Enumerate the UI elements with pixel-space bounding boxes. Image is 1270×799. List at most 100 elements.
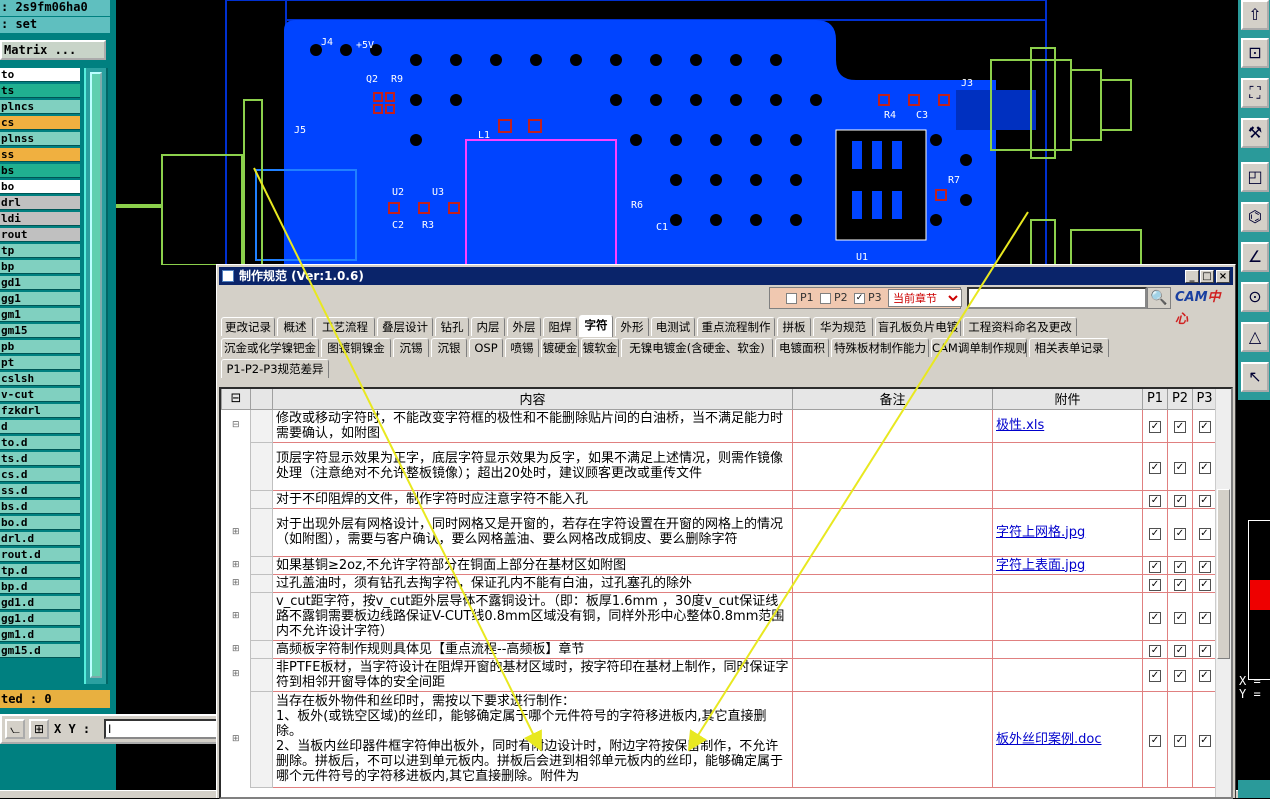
col-p2[interactable]: P2 [1167, 389, 1193, 410]
tab-item[interactable]: 镀硬金 [541, 338, 579, 357]
select-box-icon[interactable]: ◰ [1241, 162, 1269, 192]
table-row[interactable]: ⊞ 非PTFE板材，当字符设计在阻焊开窗的基材区域时，按字符印在基材上制作，同时保… [221, 657, 1217, 692]
tab-item[interactable]: 盲孔板负片电镀 [875, 317, 961, 336]
table-scrollbar[interactable] [1215, 389, 1231, 797]
p2-check[interactable]: ✓ [1167, 507, 1193, 557]
p3-check[interactable]: ✓ [1192, 573, 1217, 593]
layer-item[interactable]: plncs [0, 100, 80, 114]
snap-icon[interactable]: ⦦ [5, 719, 25, 739]
col-content[interactable]: 内容 [272, 389, 793, 410]
tab-item[interactable]: 沉锡 [393, 338, 429, 357]
row-selector[interactable] [250, 639, 273, 659]
layer-item[interactable]: gm15.d [0, 644, 80, 658]
p3-check[interactable]: ✓ [1192, 408, 1217, 443]
scroll-thumb[interactable] [90, 72, 102, 678]
tab-item[interactable]: 华为规范 [813, 317, 873, 336]
checkbox[interactable]: ✓ [1174, 494, 1186, 507]
expand-toggle[interactable] [221, 442, 251, 490]
tab-item[interactable]: CAM调单制作规则 [931, 338, 1027, 357]
layer-item[interactable]: ss.d [0, 484, 80, 498]
measure-icon[interactable]: ⚒ [1241, 118, 1269, 148]
checkbox[interactable]: ✓ [1198, 734, 1211, 747]
p2-check[interactable]: ✓ [1167, 657, 1193, 692]
tab-item[interactable]: 重点流程制作 [697, 317, 775, 336]
checkbox[interactable]: ✓ [1174, 421, 1186, 433]
p1-check[interactable]: ✓ [1142, 639, 1168, 659]
net-icon[interactable]: ⌬ [1241, 202, 1269, 232]
tab-item[interactable]: 工程资料命名及更改 [963, 317, 1077, 336]
layer-item[interactable]: gg1 [0, 292, 80, 306]
layer-item[interactable]: pb [0, 340, 80, 354]
p1-check[interactable]: ✓ [1142, 507, 1168, 557]
row-selector[interactable] [250, 657, 273, 692]
p3-check[interactable]: ✓ [1192, 441, 1217, 491]
row-selector[interactable] [250, 573, 273, 593]
checkbox[interactable]: ✓ [1149, 461, 1161, 474]
attachment-link[interactable] [992, 441, 1143, 491]
layer-item[interactable]: bs [0, 164, 80, 178]
expand-toggle[interactable]: ⊞ [221, 508, 251, 556]
tab-item[interactable]: 相关表单记录 [1029, 338, 1109, 357]
tab-item[interactable]: 字符 [579, 315, 613, 337]
maximize-icon[interactable]: □ [1200, 270, 1214, 283]
p1-check[interactable]: ✓ [1142, 573, 1168, 593]
tab-item[interactable]: P1-P2-P3规范差异 [221, 359, 329, 378]
tab-item[interactable]: 沉银 [431, 338, 467, 357]
checkbox[interactable]: ✓ [1149, 494, 1161, 507]
tab-item[interactable]: 电测试 [651, 317, 695, 336]
tab-item[interactable]: 沉金或化学镍钯金 [221, 338, 319, 357]
layer-item[interactable]: tp.d [0, 564, 80, 578]
attachment-link[interactable] [992, 591, 1143, 641]
attachment-link[interactable] [992, 639, 1143, 659]
checkbox[interactable]: ✓ [1149, 670, 1161, 682]
expand-toggle[interactable]: ⊞ [221, 658, 251, 691]
tab-item[interactable]: 图镀铜镍金 [321, 338, 391, 357]
p2-check[interactable]: ✓ [1167, 639, 1193, 659]
p2-check[interactable]: ✓ [1167, 408, 1193, 443]
p2-check[interactable]: ✓ [1167, 489, 1193, 509]
tab-item[interactable]: 电镀面积 [775, 338, 829, 357]
attachment-link[interactable] [992, 489, 1143, 509]
tab-item[interactable]: 喷锡 [505, 338, 539, 357]
p3-check[interactable]: ✓ [1192, 489, 1217, 509]
tab-item[interactable]: 内层 [471, 317, 505, 336]
layer-item[interactable]: ts.d [0, 452, 80, 466]
checkbox[interactable]: ✓ [1198, 670, 1211, 682]
grid-icon[interactable]: ⊞ [29, 719, 49, 739]
checkbox[interactable]: ✓ [1174, 560, 1186, 573]
layer-item[interactable]: rout [0, 228, 80, 242]
checkbox[interactable]: ✓ [1198, 527, 1211, 540]
search-input[interactable] [967, 287, 1147, 309]
checkbox[interactable]: ✓ [1149, 421, 1161, 433]
checkbox[interactable]: ✓ [1149, 644, 1161, 657]
angle-icon[interactable]: ∠ [1241, 242, 1269, 272]
pan-icon[interactable]: ⊡ [1241, 38, 1269, 68]
expand-toggle[interactable]: ⊞ [221, 556, 251, 574]
table-row[interactable]: ⊞ 过孔盖油时，须有钻孔去掏字符，保证孔内不能有白油，过孔塞孔的除外 ✓ ✓ ✓ [221, 573, 1217, 593]
col-attachment[interactable]: 附件 [992, 389, 1143, 410]
table-row[interactable]: ⊞ v_cut距字符，按v_cut距外层导体不露铜设计。（即：板厚1.6mm ，3… [221, 591, 1217, 641]
table-row[interactable]: ⊞ 对于出现外层有网格设计，同时网格又是开窗的，若存在字符设置在开窗的网格上的情况… [221, 507, 1217, 557]
checkbox[interactable]: ✓ [1149, 527, 1161, 540]
layer-item[interactable]: gm1 [0, 308, 80, 322]
row-selector[interactable] [250, 507, 273, 557]
p3-check[interactable]: ✓ [1192, 639, 1217, 659]
p3-check[interactable]: ✓ [1192, 690, 1217, 788]
scroll-thumb[interactable] [1217, 489, 1230, 659]
row-selector[interactable] [250, 408, 273, 443]
checkbox[interactable]: ✓ [1174, 734, 1186, 747]
layer-item[interactable]: gg1.d [0, 612, 80, 626]
layer-item[interactable]: plnss [0, 132, 80, 146]
layer-item[interactable]: bp.d [0, 580, 80, 594]
p3-check[interactable]: ✓ [1192, 591, 1217, 641]
layer-item[interactable]: tp [0, 244, 80, 258]
p3-check[interactable]: ✓ [1192, 657, 1217, 692]
checkbox[interactable]: ✓ [1149, 734, 1161, 747]
checkbox[interactable]: ✓ [1149, 611, 1161, 624]
checkbox[interactable]: ✓ [1198, 644, 1211, 657]
pointer-icon[interactable]: ↖ [1241, 362, 1269, 392]
layer-item[interactable]: cslsh [0, 372, 80, 386]
matrix-button[interactable]: Matrix ... [0, 40, 106, 60]
layer-item[interactable]: cs.d [0, 468, 80, 482]
table-row[interactable]: ⊟ 修改或移动字符时，不能改变字符框的极性和不能删除贴片间的白油桥，当不满足能力时… [221, 408, 1217, 443]
